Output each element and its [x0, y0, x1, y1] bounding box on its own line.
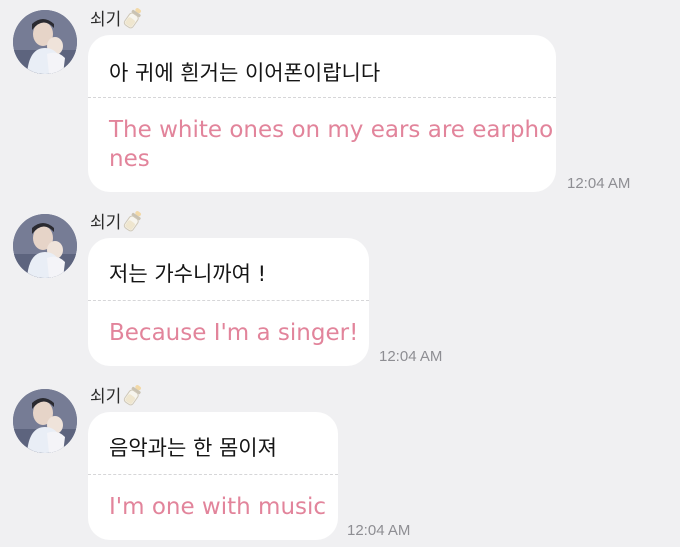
original-text: 음악과는 한 몸이져 — [109, 436, 277, 460]
translation-divider — [88, 474, 338, 475]
message-bubble[interactable]: 음악과는 한 몸이져 I'm one with music — [88, 412, 338, 540]
sender-label: 쇠기 — [90, 10, 122, 30]
translation-text-line2: nes — [109, 146, 150, 172]
sender-name: 쇠기 — [90, 5, 144, 30]
avatar[interactable] — [13, 389, 77, 453]
sender-name: 쇠기 — [90, 208, 144, 233]
translation-divider — [88, 97, 556, 98]
translation-text-line1: Because I'm a singer! — [109, 320, 359, 346]
avatar[interactable] — [13, 214, 77, 278]
timestamp: 12:04 AM — [347, 522, 411, 539]
timestamp: 12:04 AM — [379, 348, 443, 365]
message-bubble[interactable]: 아 귀에 흰거는 이어폰이랍니다 The white ones on my ea… — [88, 35, 556, 192]
original-text: 아 귀에 흰거는 이어폰이랍니다 — [109, 61, 381, 85]
translation-text-line1: The white ones on my ears are earpho — [109, 117, 554, 143]
sender-label: 쇠기 — [90, 213, 122, 233]
baby-bottle-icon — [122, 6, 144, 30]
baby-bottle-icon — [122, 383, 144, 407]
translation-divider — [88, 300, 369, 301]
timestamp: 12:04 AM — [567, 175, 631, 192]
translation-text-line1: I'm one with music — [109, 494, 327, 520]
sender-name: 쇠기 — [90, 382, 144, 407]
message-bubble[interactable]: 저는 가수니까여 ! Because I'm a singer! — [88, 238, 369, 366]
baby-bottle-icon — [122, 209, 144, 233]
avatar[interactable] — [13, 10, 77, 74]
chat-thread: 쇠기 아 귀에 흰거는 이어폰이랍니다 The white ones on my… — [0, 0, 680, 547]
sender-label: 쇠기 — [90, 387, 122, 407]
original-text: 저는 가수니까여 ! — [109, 262, 267, 286]
